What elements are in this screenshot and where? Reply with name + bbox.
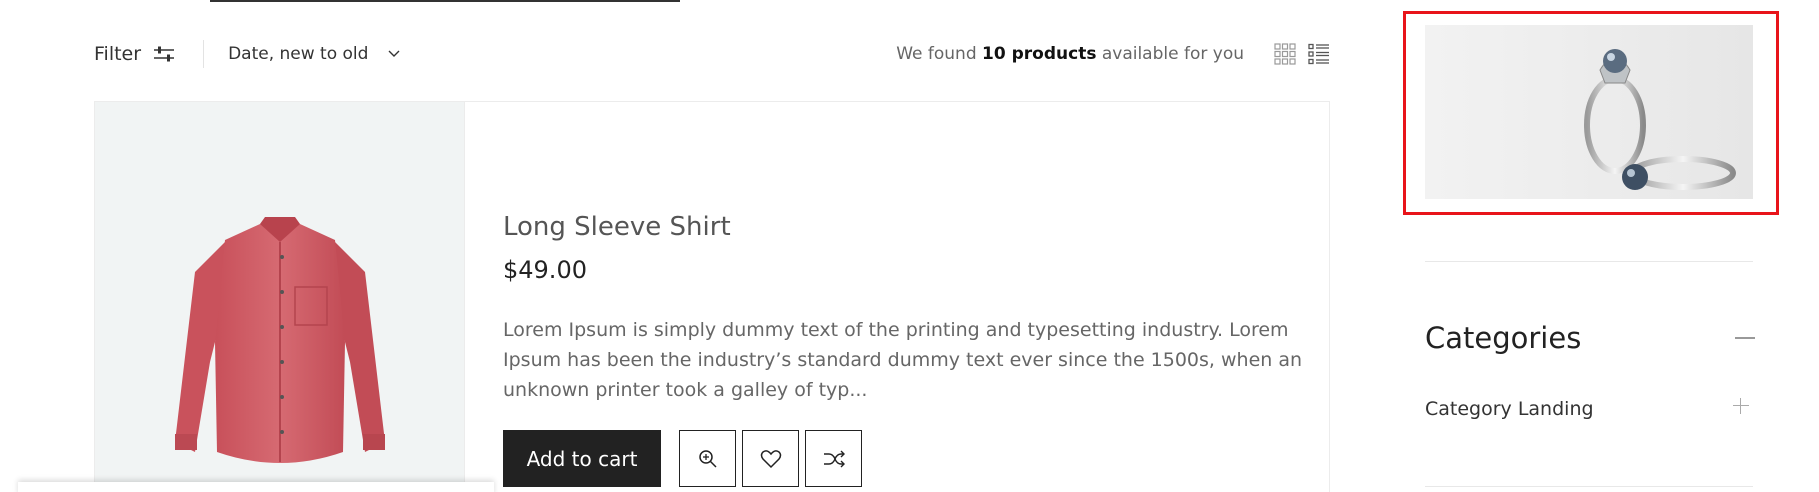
zoom-in-icon	[698, 449, 717, 468]
plus-icon[interactable]	[1733, 398, 1749, 414]
shop-page: Filter Date, new to old We found 10 prod…	[0, 0, 1819, 492]
product-info: Long Sleeve Shirt $49.00 Lorem Ipsum is …	[465, 102, 1329, 492]
bottom-popup-edge	[18, 482, 494, 492]
add-to-cart-button[interactable]: Add to cart	[503, 430, 661, 487]
list-view-icon[interactable]	[1308, 43, 1330, 65]
product-list-item: Long Sleeve Shirt $49.00 Lorem Ipsum is …	[94, 101, 1330, 492]
quick-view-button[interactable]	[679, 430, 736, 487]
product-actions: Add to cart	[503, 430, 862, 487]
top-image-edge	[210, 0, 680, 2]
sidebar-divider	[1425, 261, 1753, 262]
sidebar-divider-bottom	[1425, 486, 1753, 487]
shop-toolbar: Filter Date, new to old We found 10 prod…	[94, 36, 1330, 72]
minus-icon[interactable]	[1735, 337, 1755, 339]
shirt-image	[175, 217, 385, 463]
chevron-down-icon	[388, 50, 400, 57]
product-description: Lorem Ipsum is simply dummy text of the …	[503, 319, 1303, 401]
shuffle-compare-icon	[823, 450, 845, 467]
compare-button[interactable]	[805, 430, 862, 487]
banner-highlight-box	[1403, 11, 1779, 215]
product-price: $49.00	[503, 256, 587, 284]
result-prefix: We found	[896, 44, 983, 64]
product-image[interactable]	[95, 102, 465, 492]
heart-icon	[760, 449, 781, 468]
result-count-text: We found 10 products available for you	[896, 44, 1244, 64]
filter-sliders-icon	[154, 46, 175, 62]
view-toggle	[1274, 43, 1330, 65]
categories-title: Categories	[1425, 321, 1582, 355]
grid-view-icon[interactable]	[1274, 43, 1296, 65]
wishlist-button[interactable]	[742, 430, 799, 487]
filter-button[interactable]: Filter	[94, 43, 175, 65]
sort-value: Date, new to old	[228, 44, 369, 64]
sort-select[interactable]: Date, new to old	[228, 44, 400, 64]
filter-label: Filter	[94, 43, 142, 65]
result-count: 10 products	[982, 44, 1097, 64]
toolbar-divider	[203, 40, 205, 68]
product-title[interactable]: Long Sleeve Shirt	[503, 212, 731, 242]
category-item[interactable]: Category Landing	[1425, 398, 1594, 420]
result-suffix: available for you	[1096, 44, 1244, 64]
